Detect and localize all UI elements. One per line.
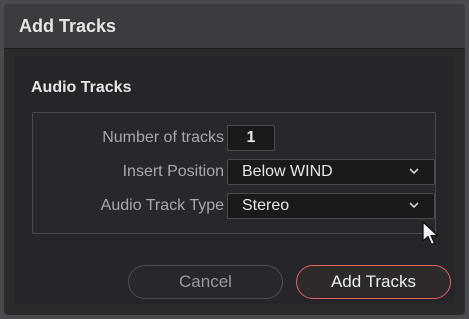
dialog-titlebar: Add Tracks xyxy=(4,4,465,49)
insert-position-value: Below WIND xyxy=(242,163,333,180)
chevron-down-icon xyxy=(409,168,419,175)
number-of-tracks-input[interactable]: 1 xyxy=(227,125,275,151)
audio-track-type-select[interactable]: Stereo xyxy=(227,193,435,219)
insert-position-label: Insert Position xyxy=(122,163,224,180)
audio-tracks-group: Number of tracks 1 Insert Position Below… xyxy=(32,112,436,234)
add-tracks-dialog: Add Tracks Audio Tracks Number of tracks… xyxy=(4,4,465,315)
number-of-tracks-label: Number of tracks xyxy=(102,129,224,146)
audio-track-type-value: Stereo xyxy=(242,197,290,214)
audio-track-type-label: Audio Track Type xyxy=(100,197,224,214)
cancel-button[interactable]: Cancel xyxy=(128,265,283,299)
insert-position-select[interactable]: Below WIND xyxy=(227,159,435,185)
dialog-title: Add Tracks xyxy=(19,16,117,36)
add-tracks-button[interactable]: Add Tracks xyxy=(296,265,451,299)
mouse-pointer-icon xyxy=(422,221,439,246)
chevron-down-icon xyxy=(409,202,419,209)
dialog-content: Audio Tracks Number of tracks 1 Insert P… xyxy=(14,56,455,304)
audio-track-type-row: Audio Track Type Stereo xyxy=(33,193,435,219)
section-title: Audio Tracks xyxy=(31,79,132,96)
insert-position-row: Insert Position Below WIND xyxy=(33,159,435,185)
number-of-tracks-row: Number of tracks 1 xyxy=(33,125,435,151)
